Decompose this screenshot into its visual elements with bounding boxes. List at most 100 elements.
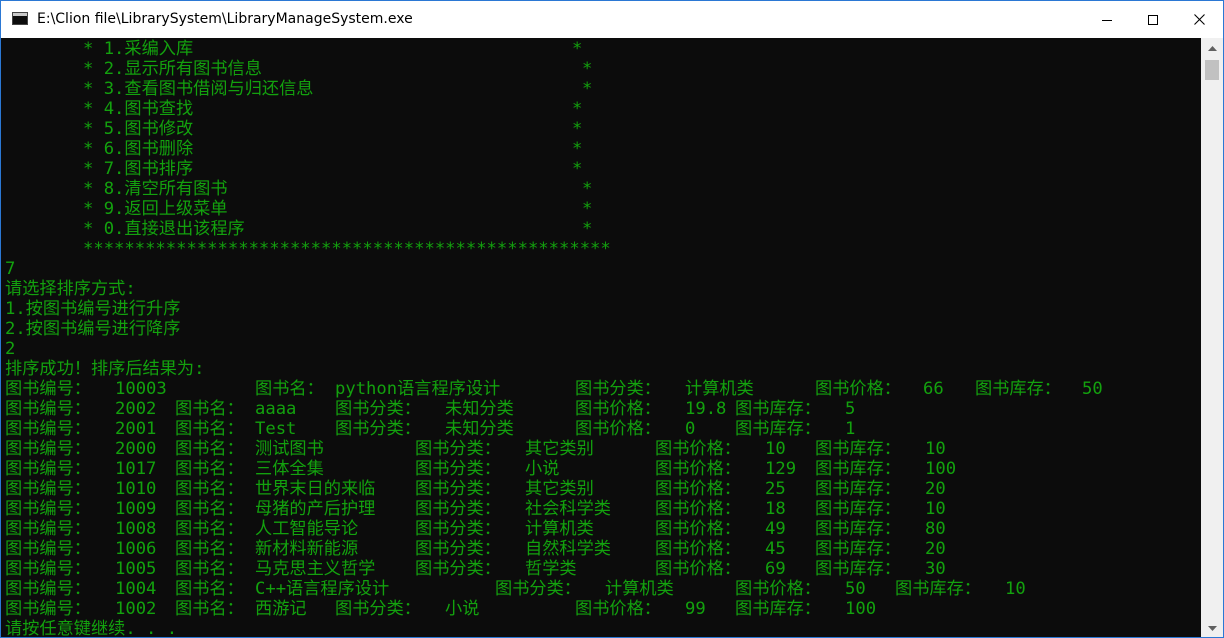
menu-border-star: *: [572, 119, 583, 139]
book-name-label: 图书名：: [175, 499, 244, 519]
book-id-label: 图书编号：: [5, 439, 91, 459]
book-price-label: 图书价格：: [655, 439, 741, 459]
book-id-value: 1006: [115, 539, 157, 559]
book-name-label: 图书名：: [175, 579, 244, 599]
book-price-value: 10: [765, 439, 786, 459]
menu-item-text: * 7.图书排序: [83, 159, 194, 179]
menu-item-text: * 8.清空所有图书: [83, 179, 228, 199]
book-stock-value: 5: [845, 399, 856, 419]
book-category-label: 图书分类：: [415, 559, 501, 579]
menu-item-text: * 5.图书修改: [83, 119, 194, 139]
minimize-button[interactable]: [1084, 1, 1130, 38]
book-price-label: 图书价格：: [575, 399, 661, 419]
book-price-value: 99: [685, 599, 706, 619]
close-button[interactable]: [1176, 1, 1222, 38]
scroll-down-button[interactable]: [1201, 618, 1223, 637]
book-id-value: 1004: [115, 579, 157, 599]
book-stock-label: 图书库存：: [735, 419, 821, 439]
book-category-value: 计算机类: [605, 579, 674, 599]
scrollbar-thumb[interactable]: [1205, 60, 1219, 80]
console-line-text: 2: [5, 339, 16, 359]
book-id-value: 1017: [115, 459, 157, 479]
book-price-label: 图书价格：: [655, 479, 741, 499]
book-stock-value: 30: [925, 559, 946, 579]
menu-border-star: *: [572, 159, 583, 179]
book-category-label: 图书分类：: [415, 499, 501, 519]
book-name-label: 图书名：: [175, 539, 244, 559]
book-category-label: 图书分类：: [415, 459, 501, 479]
book-name-label: 图书名：: [175, 399, 244, 419]
book-price-value: 19.8: [685, 399, 727, 419]
book-name-value: C++语言程序设计: [255, 579, 390, 599]
console-app-icon: [12, 12, 28, 25]
book-category-label: 图书分类：: [415, 479, 501, 499]
book-name-value: 世界末日的来临: [255, 479, 376, 499]
book-id-value: 1009: [115, 499, 157, 519]
book-id-value: 2002: [115, 399, 157, 419]
menu-border-star: *: [572, 139, 583, 159]
menu-item-text: * 1.采编入库: [83, 39, 194, 59]
book-category-label: 图书分类：: [415, 519, 501, 539]
book-category-value: 哲学类: [525, 559, 577, 579]
scroll-up-button[interactable]: [1201, 38, 1223, 58]
book-stock-value: 50: [1082, 379, 1103, 399]
console-output[interactable]: * 1.采编入库 * * 2.显示所有图书信息 * * 3.查看图书借阅与归还信息 * * …: [1, 38, 1200, 637]
menu-item-text: * 0.直接退出该程序: [83, 219, 245, 239]
title-bar[interactable]: E:\Clion file\LibrarySystem\LibraryManag…: [1, 1, 1223, 38]
book-name-value: 测试图书: [255, 439, 324, 459]
book-id-value: 2000: [115, 439, 157, 459]
book-category-label: 图书分类：: [335, 399, 421, 419]
book-id-label: 图书编号：: [5, 479, 91, 499]
scroll-down-icon: [1207, 625, 1217, 631]
book-category-value: 计算机类: [685, 379, 754, 399]
book-stock-value: 1: [845, 419, 856, 439]
window-title: E:\Clion file\LibrarySystem\LibraryManag…: [37, 11, 413, 27]
book-name-label: 图书名：: [255, 379, 324, 399]
scroll-up-icon: [1207, 45, 1217, 51]
book-stock-value: 100: [845, 599, 877, 619]
close-icon: [1193, 14, 1205, 25]
book-stock-label: 图书库存：: [815, 539, 901, 559]
book-stock-label: 图书库存：: [815, 519, 901, 539]
book-name-value: python语言程序设计: [335, 379, 501, 399]
menu-border-line: ****************************************…: [83, 239, 611, 259]
menu-border-star: *: [582, 199, 593, 219]
book-stock-label: 图书库存：: [735, 599, 821, 619]
book-id-value: 1008: [115, 519, 157, 539]
book-price-label: 图书价格：: [655, 559, 741, 579]
menu-border-star: *: [582, 79, 593, 99]
book-category-value: 社会科学类: [525, 499, 611, 519]
book-price-label: 图书价格：: [655, 459, 741, 479]
book-stock-value: 10: [925, 499, 946, 519]
maximize-button[interactable]: [1130, 1, 1176, 38]
console-line-text: 7: [5, 259, 16, 279]
book-stock-label: 图书库存：: [815, 479, 901, 499]
book-stock-label: 图书库存：: [895, 579, 981, 599]
console-line-text: 1.按图书编号进行升序: [5, 299, 181, 319]
book-id-label: 图书编号：: [5, 579, 91, 599]
book-name-value: 人工智能导论: [255, 519, 359, 539]
book-price-label: 图书价格：: [655, 499, 741, 519]
book-category-value: 小说: [445, 599, 480, 619]
book-id-label: 图书编号：: [5, 499, 91, 519]
book-id-value: 1005: [115, 559, 157, 579]
book-category-value: 未知分类: [445, 419, 514, 439]
book-name-value: aaaa: [255, 399, 297, 419]
book-name-label: 图书名：: [175, 479, 244, 499]
book-id-value: 1002: [115, 599, 157, 619]
book-name-label: 图书名：: [175, 439, 244, 459]
vertical-scrollbar[interactable]: [1201, 38, 1223, 637]
book-name-value: 新材料新能源: [255, 539, 359, 559]
book-stock-label: 图书库存：: [975, 379, 1061, 399]
book-id-label: 图书编号：: [5, 379, 91, 399]
menu-item-text: * 6.图书删除: [83, 139, 194, 159]
menu-border-star: *: [572, 99, 583, 119]
book-category-value: 其它类别: [525, 479, 594, 499]
book-price-value: 25: [765, 479, 786, 499]
menu-border-star: *: [582, 59, 593, 79]
menu-border-star: *: [582, 179, 593, 199]
book-name-value: 马克思主义哲学: [255, 559, 376, 579]
book-stock-label: 图书库存：: [815, 439, 901, 459]
book-stock-value: 80: [925, 519, 946, 539]
menu-border-star: *: [572, 39, 583, 59]
